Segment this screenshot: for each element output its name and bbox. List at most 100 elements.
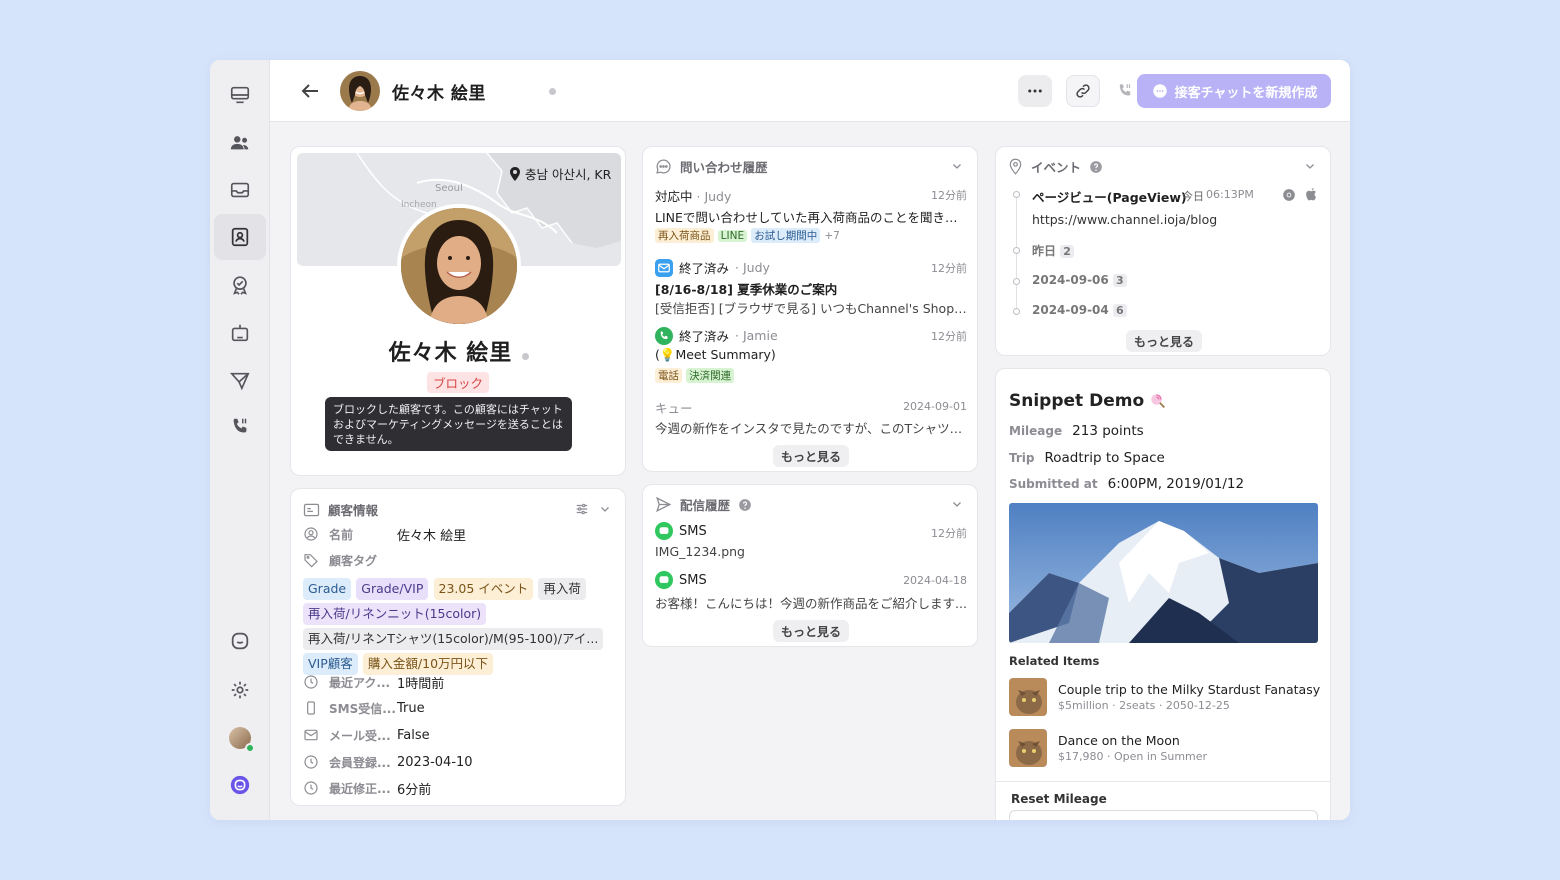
- rail-item-team[interactable]: [214, 120, 266, 166]
- snippet-card: Snippet Demo Mileage 213 points Trip Roa…: [995, 368, 1331, 820]
- event-time: 06:13PM: [1206, 188, 1254, 201]
- inquiry-more-button[interactable]: もっと見る: [773, 445, 850, 467]
- block-tooltip: ブロックした顧客です。この顧客にはチャットおよびマーケティングメッセージを送るこ…: [325, 397, 572, 451]
- inquiry-history-header: 問い合わせ履歴: [655, 157, 768, 176]
- info-value[interactable]: False: [397, 728, 430, 743]
- rail-item-chat[interactable]: [214, 618, 266, 664]
- reset-mileage-input[interactable]: [1009, 810, 1318, 820]
- rail-user-avatar[interactable]: [214, 715, 266, 761]
- delivery-channel: SMS: [679, 572, 707, 588]
- clock-icon: [304, 755, 318, 769]
- delivery-history-header: 配信履歴: [655, 495, 752, 514]
- online-status-dot: [245, 743, 255, 753]
- rail-item-inbox[interactable]: [214, 167, 266, 213]
- events-more-button[interactable]: もっと見る: [1126, 330, 1203, 352]
- gear-icon: [231, 681, 249, 699]
- inquiry-status: 終了済み: [679, 261, 730, 276]
- chevron-down-icon[interactable]: [951, 498, 963, 510]
- smartphone-icon: [307, 701, 315, 715]
- rail-item-call[interactable]: [214, 404, 266, 450]
- inquiry-preview: LINEで問い合わせしていた再入荷商品のことを聞きた...: [655, 210, 967, 225]
- profile-name: 佐々木 絵里: [388, 341, 513, 366]
- users-icon: [230, 136, 249, 150]
- info-row-email: メール受... False: [303, 724, 430, 746]
- info-value: 6分前: [397, 782, 432, 798]
- event-group-yesterday[interactable]: 昨日 2: [1032, 242, 1075, 259]
- timeline-dot: [1013, 278, 1020, 285]
- new-chat-button[interactable]: 接客チャットを新規作成: [1137, 74, 1331, 108]
- email-channel-icon: [655, 258, 673, 277]
- inquiry-assignee: · Judy: [696, 189, 732, 204]
- help-circle-icon[interactable]: [1089, 160, 1103, 174]
- customer-tag[interactable]: Grade/VIP: [356, 578, 429, 600]
- inquiry-time: 12分前: [931, 189, 967, 202]
- customer-tag[interactable]: 再入荷/リネンTシャツ(15color)/M(95-100)/アイ...: [303, 628, 604, 650]
- event-count-badge: 2: [1060, 245, 1075, 258]
- delivery-channel: SMS: [679, 523, 707, 539]
- copy-link-button[interactable]: [1066, 75, 1100, 107]
- nav-rail: [210, 60, 270, 820]
- block-status-badge[interactable]: ブロック: [427, 372, 490, 393]
- user-circle-icon: [304, 527, 318, 541]
- chevron-down-icon[interactable]: [951, 160, 963, 172]
- customer-tag[interactable]: Grade: [303, 578, 352, 600]
- avatar: [229, 727, 255, 753]
- snippet-field-label: Trip: [1009, 451, 1035, 465]
- event-count-badge: 6: [1112, 304, 1127, 317]
- map-label-seoul: Seoul: [435, 183, 463, 194]
- event-count-badge: 3: [1112, 274, 1127, 287]
- related-item-thumb: [1009, 729, 1047, 767]
- help-circle-icon[interactable]: [738, 498, 752, 512]
- info-label: 最近修正...: [329, 781, 391, 796]
- sliders-icon[interactable]: [575, 502, 589, 516]
- snippet-field-label: Mileage: [1009, 424, 1063, 438]
- related-item-meta: $5million · 2seats · 2050-12-25: [1058, 699, 1230, 712]
- event-group-0904[interactable]: 2024-09-04 6: [1032, 303, 1127, 317]
- inquiry-tags: 再入荷商品 LINE お試し期間中 +7: [655, 228, 840, 243]
- phone-channel-icon: [655, 326, 673, 345]
- inquiry-preview: [受信拒否] [ブラウザで見る] いつもChannel's Shopを...: [655, 301, 967, 316]
- event-group-0906[interactable]: 2024-09-06 3: [1032, 273, 1127, 287]
- inquiry-assignee: · Judy: [735, 260, 770, 275]
- related-item-name: Couple trip to the Milky Stardust Fanata…: [1058, 682, 1321, 697]
- rail-item-desk[interactable]: [214, 72, 266, 118]
- chevron-down-icon[interactable]: [599, 503, 611, 515]
- customer-tag[interactable]: 再入荷/リネンニット(15color): [303, 603, 487, 625]
- inquiry-tag: お試し期間中: [751, 228, 821, 243]
- chevron-down-icon[interactable]: [1304, 160, 1316, 172]
- rail-item-contacts[interactable]: [214, 214, 266, 260]
- info-row-updated: 最近修正... 6分前: [303, 777, 431, 799]
- info-row-sms: SMS受信... True: [303, 697, 425, 719]
- events-header: イベント: [1008, 157, 1103, 176]
- info-row-signup: 会員登録... 2023-04-10: [303, 751, 473, 773]
- lollipop-icon: [1151, 394, 1166, 409]
- snippet-field-value: Roadtrip to Space: [1044, 450, 1165, 466]
- rail-item-bot[interactable]: [214, 310, 266, 356]
- info-value[interactable]: True: [397, 701, 425, 716]
- inquiry-time: 2024-09-01: [903, 400, 967, 413]
- rail-item-campaign[interactable]: [214, 358, 266, 404]
- inquiry-preview: (💡Meet Summary): [655, 347, 776, 362]
- event-day: 今日: [1182, 190, 1204, 203]
- more-options-button[interactable]: [1018, 75, 1052, 107]
- snippet-field-label: Submitted at: [1009, 477, 1098, 491]
- rail-item-badge[interactable]: [214, 262, 266, 308]
- badge-check-icon: [233, 276, 247, 295]
- customer-avatar: [340, 71, 380, 111]
- info-row-tags: 顧客タグ: [303, 549, 397, 571]
- snippet-field-value: 6:00PM, 2019/01/12: [1107, 476, 1245, 492]
- customer-tag[interactable]: 23.05 イベント: [433, 578, 534, 600]
- back-arrow-icon[interactable]: [298, 79, 322, 103]
- rail-brand-logo[interactable]: [214, 762, 266, 808]
- event-url[interactable]: https://www.channel.ioja/blog: [1032, 212, 1217, 227]
- related-item-meta: $17,980 · Open in Summer: [1058, 750, 1208, 763]
- delivery-time: 2024-04-18: [903, 574, 967, 587]
- delivery-more-button[interactable]: もっと見る: [773, 620, 850, 642]
- info-value[interactable]: 佐々木 絵里: [397, 525, 466, 544]
- timeline-dot: [1013, 308, 1020, 315]
- profile-photo: [397, 204, 521, 328]
- inquiry-status: 対応中: [655, 189, 693, 204]
- new-chat-label: 接客チャットを新規作成: [1174, 85, 1318, 101]
- rail-item-settings[interactable]: [214, 667, 266, 713]
- customer-tag[interactable]: 再入荷: [538, 578, 586, 600]
